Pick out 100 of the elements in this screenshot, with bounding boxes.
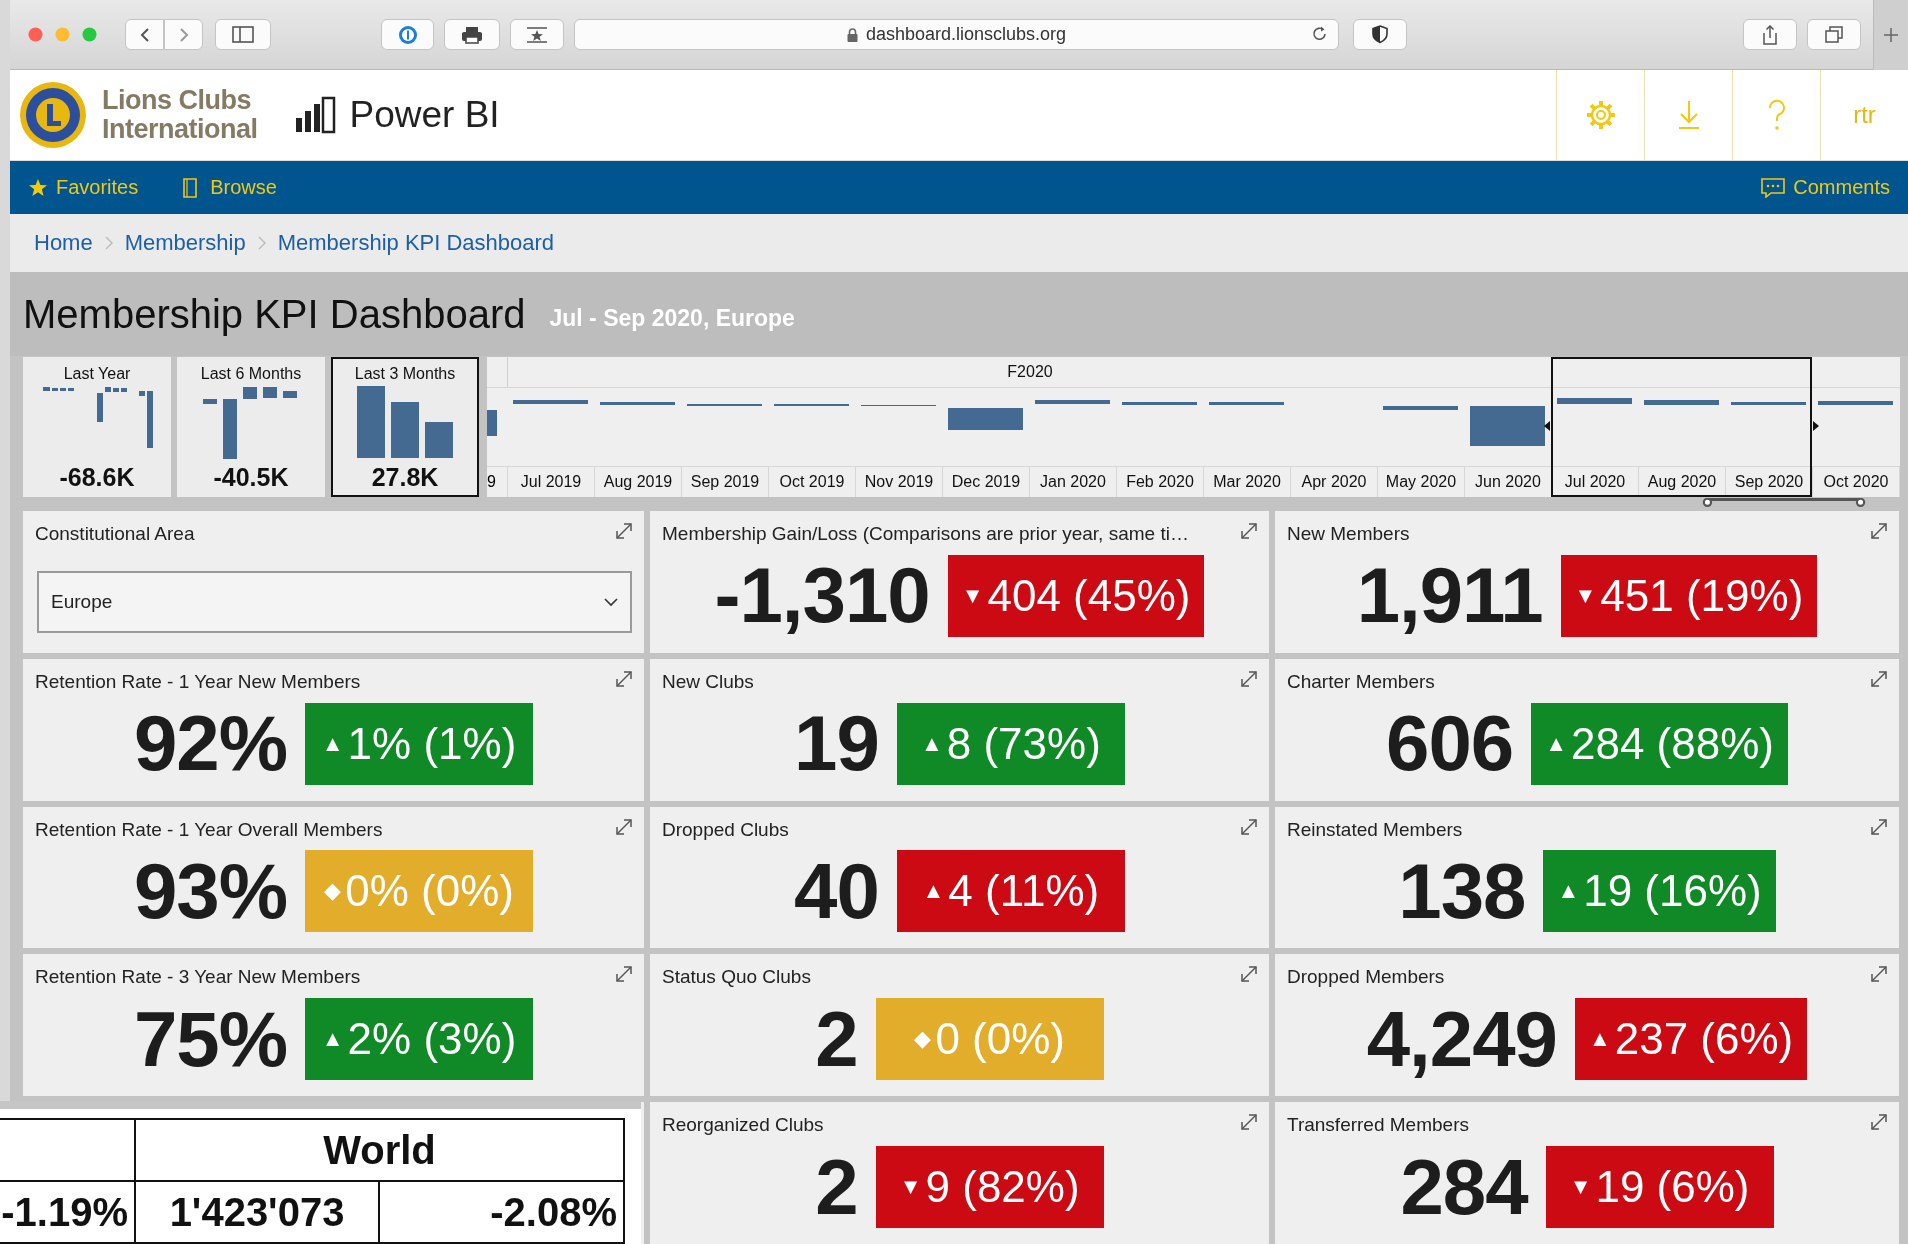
period-slicer-tile[interactable]: Last 6 Months -40.5K <box>177 357 325 497</box>
card-title: Dropped Members <box>1286 965 1445 989</box>
timeline-month-label[interactable]: Jun 2020 <box>1465 467 1552 497</box>
timeline-month-label[interactable]: Nov 2019 <box>856 467 943 497</box>
expand-icon[interactable] <box>1241 1114 1257 1131</box>
expand-icon[interactable] <box>1871 818 1887 835</box>
expand-icon[interactable] <box>1241 818 1257 835</box>
key-circle-icon[interactable] <box>397 24 418 45</box>
address-bar[interactable]: dashboard.lionsclubs.org <box>574 19 1339 50</box>
slicer-label: Last 6 Months <box>200 365 302 383</box>
bookmark-star-button[interactable] <box>510 19 564 50</box>
slicer-value: -40.5K <box>213 463 289 492</box>
card-title: Retention Rate - 1 Year New Members <box>34 669 361 693</box>
kpi-value: 1,911 <box>1356 550 1543 642</box>
share-button[interactable] <box>1743 19 1797 50</box>
kpi-value: 284 <box>1400 1141 1528 1233</box>
timeline-month-label[interactable]: Sep 2019 <box>682 467 769 497</box>
card-title: New Clubs <box>661 669 754 693</box>
password-manager-button[interactable] <box>381 19 434 50</box>
change-badge: ▼451 (19%) <box>1560 554 1818 637</box>
change-badge: ▲2% (3%) <box>305 998 534 1081</box>
change-badge: ▲237 (6%) <box>1574 998 1808 1081</box>
slicer-label: Last Year <box>63 365 131 383</box>
card-title: Retention Rate - 3 Year New Members <box>34 965 361 989</box>
table-header-cell: World <box>135 1119 624 1181</box>
expand-icon[interactable] <box>1241 966 1257 983</box>
change-badge: ▲19 (16%) <box>1543 850 1776 933</box>
sidebar-icon[interactable] <box>232 26 254 43</box>
expand-icon[interactable] <box>1871 1114 1887 1131</box>
timeline-month-label[interactable]: Aug 2020 <box>1639 467 1726 497</box>
expand-icon[interactable] <box>616 523 632 539</box>
kpi-value: 2 <box>815 1141 858 1233</box>
timeline-month-label[interactable]: May 2020 <box>1378 467 1465 497</box>
kpi-value: 92% <box>133 698 288 790</box>
timeline-month-label[interactable]: Feb 2020 <box>1117 467 1204 497</box>
plus-icon <box>1883 26 1899 43</box>
reload-icon[interactable] <box>1312 25 1328 42</box>
card-title: Reorganized Clubs <box>661 1113 824 1137</box>
brand-name: Lions Clubs <box>102 86 252 115</box>
kpi-value: -1,310 <box>714 550 930 642</box>
expand-icon[interactable] <box>616 670 632 687</box>
timeline-month-label[interactable]: Jul 2020 <box>1552 467 1639 497</box>
timeline-month-label[interactable]: Aug 2019 <box>595 467 682 497</box>
chevron-down-icon <box>604 597 618 607</box>
expand-icon[interactable] <box>1241 523 1257 539</box>
timeline-month-label[interactable]: Dec 2019 <box>943 467 1030 497</box>
expand-icon[interactable] <box>1871 966 1887 983</box>
nav-link[interactable]: Browse <box>182 176 277 199</box>
change-badge: ▲8 (73%) <box>896 702 1125 785</box>
kpi-value: 606 <box>1386 698 1514 790</box>
kpi-value: 138 <box>1398 846 1526 937</box>
slicer-label: Last 3 Months <box>354 365 456 383</box>
selection-range-box[interactable] <box>1543 357 1820 497</box>
period-slicer-tile[interactable]: Last 3 Months 27.8K <box>331 357 479 497</box>
breadcrumb-link[interactable]: Membership <box>124 230 246 256</box>
tabs-overview-button[interactable] <box>1807 19 1861 50</box>
star-icon[interactable] <box>526 25 548 44</box>
timeline-month-label[interactable]: Jan 2020 <box>1030 467 1117 497</box>
breadcrumb-link[interactable]: Membership KPI Dashboard <box>277 230 555 256</box>
kpi-value: 19 <box>794 698 879 790</box>
printer-icon[interactable] <box>461 25 483 44</box>
app-name: Power BI <box>349 94 500 136</box>
lions-logo-icon <box>18 80 88 150</box>
change-badge: ▼19 (6%) <box>1545 1146 1774 1229</box>
timeline-month-label[interactable]: Oct 2019 <box>769 467 856 497</box>
back-button[interactable] <box>125 19 164 50</box>
tabs-icon[interactable] <box>1825 26 1843 43</box>
privacy-shield-button[interactable] <box>1353 19 1407 50</box>
card-title: Transferred Members <box>1286 1113 1469 1137</box>
kpi-value: 40 <box>794 846 879 937</box>
nav-link[interactable]: Comments <box>1761 176 1890 199</box>
url-text: dashboard.lionsclubs.org <box>865 24 1067 45</box>
star-icon <box>28 177 48 198</box>
expand-icon[interactable] <box>1871 670 1887 687</box>
area-dropdown[interactable]: Europe <box>37 571 632 633</box>
expand-icon[interactable] <box>616 818 632 835</box>
brand-name: International <box>102 115 258 144</box>
shield-icon[interactable] <box>1371 25 1389 44</box>
print-button[interactable] <box>444 19 500 50</box>
expand-icon[interactable] <box>1871 523 1887 539</box>
share-icon[interactable] <box>1761 24 1779 45</box>
change-badge: ◆0 (0%) <box>875 998 1104 1081</box>
timeline-month-label[interactable]: Sep 2020 <box>1726 467 1813 497</box>
new-tab-button[interactable] <box>1873 0 1908 70</box>
timeline-month-label[interactable]: Jul 2019 <box>508 467 595 497</box>
sidebar-button[interactable] <box>215 19 271 50</box>
card-title: Status Quo Clubs <box>661 965 811 989</box>
timeline-month-label[interactable]: Oct 2020 <box>1813 467 1900 497</box>
change-badge: ▼404 (45%) <box>947 554 1205 637</box>
breadcrumb-link[interactable]: Home <box>34 230 93 256</box>
table-cell: -2.08% <box>379 1181 624 1243</box>
table-cell: -1.19% <box>0 1181 135 1243</box>
nav-link[interactable]: Favorites <box>28 176 139 199</box>
slicer-value: 27.8K <box>371 463 439 492</box>
expand-icon[interactable] <box>616 966 632 983</box>
period-slicer-tile[interactable]: Last Year -68.6K <box>23 357 171 497</box>
timeline-month-label[interactable]: Mar 2020 <box>1204 467 1291 497</box>
expand-icon[interactable] <box>1241 670 1257 687</box>
timeline-month-label[interactable]: Apr 2020 <box>1291 467 1378 497</box>
change-badge: ▼9 (82%) <box>875 1146 1104 1229</box>
